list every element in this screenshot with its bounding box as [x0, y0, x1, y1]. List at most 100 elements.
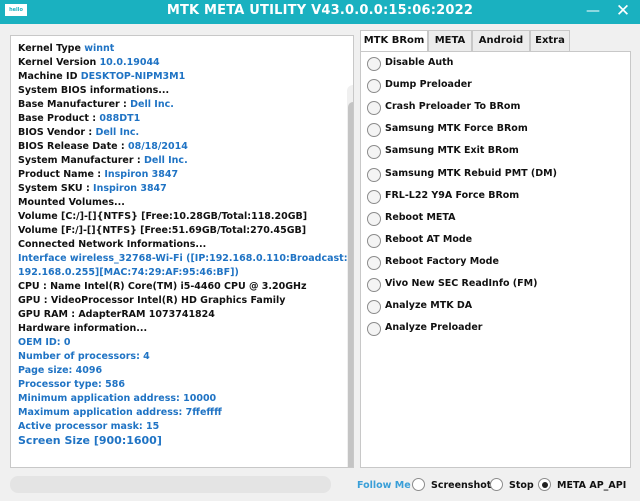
- option-radio[interactable]: [367, 145, 381, 160]
- tab-mtk-brom[interactable]: MTK BRom: [360, 30, 428, 52]
- option-radio[interactable]: [367, 300, 381, 315]
- log-line: Hardware information...: [18, 322, 147, 335]
- option-radio[interactable]: [367, 57, 381, 71]
- log-line-label: Base Manufacturer :: [18, 99, 131, 110]
- log-line: Maximum application address: 7ffeffff: [18, 406, 222, 419]
- log-line-label: GPU : VideoProcessor Intel(R) HD Graphic…: [18, 295, 286, 306]
- log-line: Screen Size [900:1600]: [18, 434, 162, 447]
- log-line-label: Mounted Volumes...: [18, 197, 125, 208]
- log-line-value: 088DT1: [99, 113, 141, 124]
- option-item[interactable]: Samsung MTK Exit BRom: [367, 143, 617, 161]
- log-line-label: System BIOS informations...: [18, 85, 170, 96]
- device-info-log: Kernel Type winnt Kernel Version 10.0.190…: [10, 35, 354, 468]
- log-line: Base Manufacturer : Dell Inc.: [18, 98, 174, 111]
- option-item[interactable]: Disable Auth: [367, 55, 617, 73]
- tab-extra[interactable]: Extra: [530, 30, 570, 51]
- stop-label: Stop: [509, 480, 534, 491]
- option-item[interactable]: Crash Preloader To BRom: [367, 99, 617, 117]
- option-radio[interactable]: [367, 211, 381, 226]
- log-line: Page size: 4096: [18, 364, 102, 377]
- log-line-label: Base Product :: [18, 113, 100, 124]
- option-label: Reboot Factory Mode: [385, 255, 499, 267]
- option-radio[interactable]: [367, 167, 381, 182]
- option-item[interactable]: Reboot META: [367, 210, 617, 228]
- log-line-value: Maximum application address: 7ffeffff: [18, 407, 222, 418]
- log-line-value: Dell Inc.: [143, 155, 188, 166]
- log-line: CPU : Name Intel(R) Core(TM) i5-4460 CPU…: [18, 280, 307, 293]
- log-line: Base Product : 088DT1: [18, 112, 140, 125]
- log-line-label: GPU RAM : AdapterRAM 1073741824: [18, 309, 215, 320]
- log-line-label: CPU : Name Intel(R) Core(TM) i5-4460 CPU…: [18, 281, 307, 292]
- option-item[interactable]: FRL-L22 Y9A Force BRom: [367, 188, 617, 206]
- option-item[interactable]: Vivo New SEC ReadInfo (FM): [367, 276, 617, 294]
- option-label: Reboot AT Mode: [385, 233, 473, 245]
- screenshot-label: Screenshot: [431, 480, 492, 491]
- log-scrollbar-thumb[interactable]: [348, 102, 353, 467]
- option-item[interactable]: Samsung MTK Rebuid PMT (DM): [367, 166, 617, 184]
- log-line-value: Dell Inc.: [130, 99, 174, 110]
- log-line: 192.168.0.255][MAC:74:29:AF:95:46:BF]): [18, 266, 239, 279]
- option-radio[interactable]: [367, 322, 381, 337]
- log-line: Active processor mask: 15: [18, 420, 159, 433]
- log-line-label: Kernel Type: [18, 43, 85, 54]
- log-line-value: Interface wireless_32768-Wi-Fi ([IP:192.…: [18, 253, 348, 264]
- option-radio[interactable]: [367, 233, 381, 248]
- option-label: Crash Preloader To BRom: [385, 101, 521, 113]
- log-line: System BIOS informations...: [18, 84, 169, 97]
- option-label: Disable Auth: [385, 57, 454, 68]
- log-line: Interface wireless_32768-Wi-Fi ([IP:192.…: [18, 252, 348, 265]
- window-title: MTK META UTILITY V43.0.0.0:15:06:2022: [166, 3, 474, 18]
- log-line-label: Connected Network Informations...: [18, 239, 207, 250]
- log-line-label: Machine ID: [18, 71, 81, 82]
- option-item[interactable]: Analyze Preloader: [367, 320, 617, 338]
- option-radio[interactable]: [367, 278, 381, 292]
- log-line: Product Name : Inspiron 3847: [18, 168, 178, 181]
- log-line: Volume [C:/]-[]{NTFS} [Free:10.28GB/Tota…: [18, 210, 307, 223]
- option-radio[interactable]: [367, 101, 381, 116]
- log-line: Minimum application address: 10000: [18, 392, 216, 405]
- stop-radio[interactable]: [490, 478, 503, 491]
- option-item[interactable]: Reboot AT Mode: [367, 232, 617, 250]
- option-item[interactable]: Samsung MTK Force BRom: [367, 121, 617, 139]
- log-line-label: System Manufacturer :: [18, 155, 144, 166]
- log-line: BIOS Vendor : Dell Inc.: [18, 126, 139, 139]
- tab-meta[interactable]: META: [428, 30, 472, 51]
- log-line-value: winnt: [84, 43, 115, 54]
- log-line-label: BIOS Vendor :: [18, 127, 96, 138]
- log-line-label: Hardware information...: [18, 323, 148, 334]
- log-line: Mounted Volumes...: [18, 196, 125, 209]
- log-line-label: System SKU :: [18, 183, 94, 194]
- log-line: Volume [F:/]-[]{NTFS} [Free:51.69GB/Tota…: [18, 224, 306, 237]
- option-item[interactable]: Dump Preloader: [367, 77, 617, 95]
- option-label: Samsung MTK Exit BRom: [385, 145, 519, 157]
- log-line-value: Active processor mask: 15: [18, 421, 160, 432]
- option-item[interactable]: Analyze MTK DA: [367, 298, 617, 316]
- option-label: Samsung MTK Force BRom: [385, 123, 528, 135]
- close-button[interactable]: ✕: [608, 0, 638, 24]
- meta-ap-api-radio[interactable]: [538, 478, 551, 491]
- mtk-brom-panel: Disable Auth Dump Preloader Crash Preloade…: [360, 51, 631, 468]
- tab-android[interactable]: Android: [472, 30, 530, 51]
- meta-ap-api-label: META AP_API: [557, 480, 627, 491]
- log-line-value: Page size: 4096: [18, 365, 103, 376]
- log-line-label: Volume [C:/]-[]{NTFS} [Free:10.28GB/Tota…: [18, 211, 308, 222]
- screenshot-radio[interactable]: [412, 478, 425, 491]
- option-radio[interactable]: [367, 255, 381, 270]
- log-line-label: Volume [F:/]-[]{NTFS} [Free:51.69GB/Tota…: [18, 225, 307, 236]
- option-label: Vivo New SEC ReadInfo (FM): [385, 278, 538, 289]
- option-radio[interactable]: [367, 189, 381, 204]
- log-line-value: 192.168.0.255][MAC:74:29:AF:95:46:BF]): [18, 267, 239, 278]
- option-label: Analyze MTK DA: [385, 300, 473, 312]
- option-label: Samsung MTK Rebuid PMT (DM): [385, 167, 557, 179]
- log-line-value: Dell Inc.: [95, 127, 140, 138]
- follow-me-link[interactable]: Follow Me: [357, 480, 411, 491]
- log-line-value: Screen Size [900:1600]: [18, 434, 162, 447]
- title-bar: hello MTK META UTILITY V43.0.0.0:15:06:2…: [0, 0, 640, 24]
- log-line: Processor type: 586: [18, 378, 125, 391]
- option-item[interactable]: Reboot Factory Mode: [367, 254, 617, 272]
- option-radio[interactable]: [367, 79, 381, 94]
- minimize-button[interactable]: —: [578, 0, 608, 24]
- log-line: System Manufacturer : Dell Inc.: [18, 154, 188, 167]
- option-radio[interactable]: [367, 123, 381, 138]
- log-line-label: Kernel Version: [18, 57, 100, 68]
